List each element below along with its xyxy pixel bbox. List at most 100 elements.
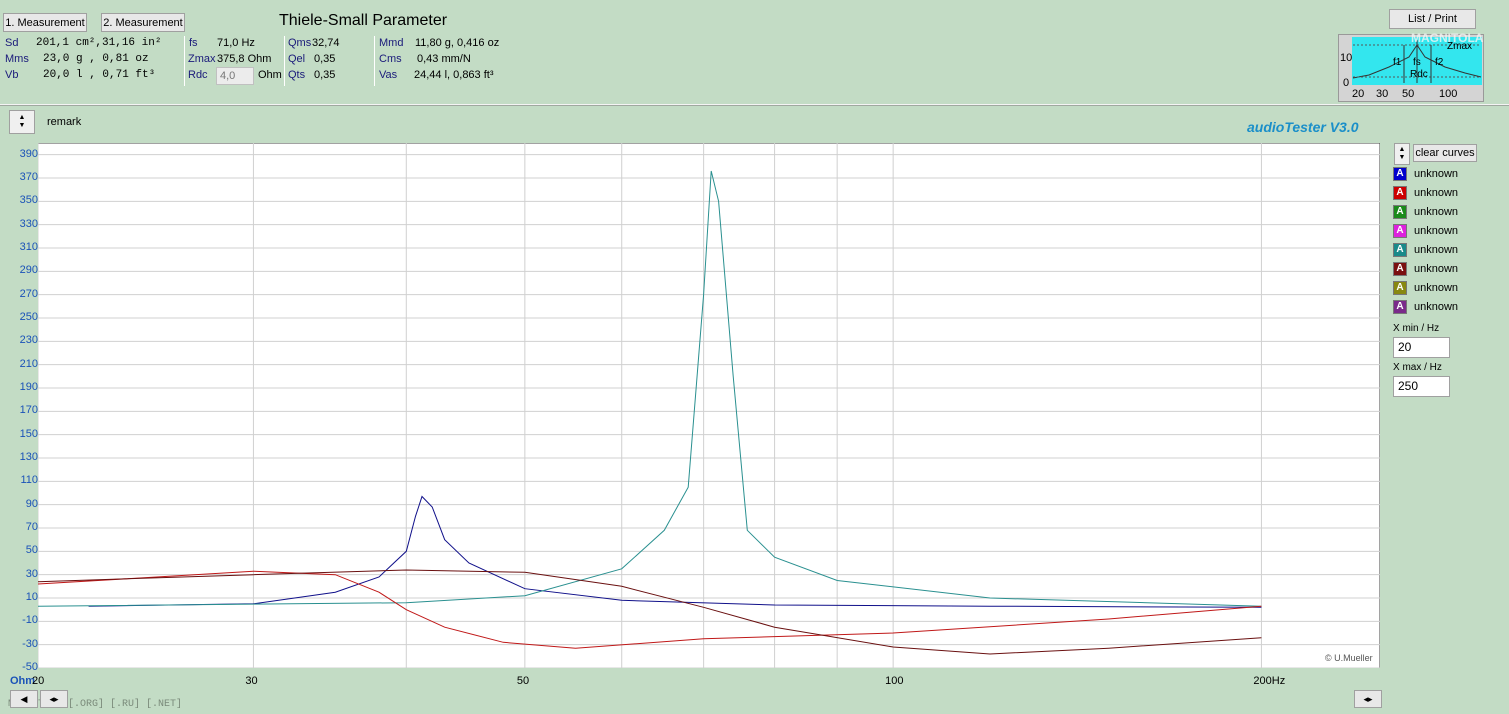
preview-fs: fs [1413, 57, 1421, 68]
qel-value: 0,35 [314, 53, 336, 65]
rdc-unit: Ohm [258, 69, 282, 81]
legend-label: unknown [1414, 243, 1459, 256]
impedance-preview[interactable]: 10 0 Zmax f1 fs f2 Rdc 20 30 50 100 MAGN… [1338, 31, 1484, 102]
measurement-1-label: 1. Measurement [5, 16, 85, 29]
legend-item[interactable]: Aunknown [1393, 222, 1458, 239]
y-tick-label: 10 [25, 591, 38, 603]
preview-f1: f1 [1393, 57, 1402, 68]
fs-label: fs [189, 37, 198, 49]
mmd-label: Mmd [379, 37, 404, 49]
legend-label: unknown [1414, 262, 1459, 275]
y-tick-label: 110 [20, 474, 38, 487]
y-tick-label: 330 [19, 217, 38, 230]
legend-item[interactable]: Aunknown [1393, 260, 1458, 277]
x-axis-labels: 30 50 100 200Hz [0, 675, 1509, 691]
y-tick-label: 370 [19, 171, 38, 183]
header-divider [0, 104, 1509, 106]
measurement-1-button[interactable]: 1. Measurement [3, 13, 87, 32]
y-tick-label: 270 [19, 287, 38, 300]
remark-label: remark [47, 116, 82, 128]
clear-curves-label: clear curves [1415, 147, 1475, 159]
y-tick-label: 170 [19, 404, 38, 417]
preview-x100: 100 [1439, 88, 1458, 100]
arrow-left-icon: ◀ [20, 693, 28, 704]
legend-swatch[interactable]: A [1393, 299, 1407, 314]
legend-label: unknown [1414, 224, 1459, 237]
vb-value: 20,0 l , 0,71 ft³ [43, 69, 156, 81]
x-tick-label: 100 [885, 675, 904, 687]
legend-swatch[interactable]: A [1393, 242, 1407, 257]
xmax-label: X max / Hz [1393, 362, 1442, 373]
app-brand: audioTester V3.0 [1247, 119, 1359, 135]
mms-value: 23,0 g , 0,81 oz [43, 53, 149, 65]
legend-swatch[interactable]: A [1393, 223, 1407, 238]
arrow-left-right-icon: ◂▸ [49, 693, 59, 704]
remark-spinner[interactable]: ▲ ▼ [9, 110, 35, 134]
arrow-left-right-icon: ◂▸ [1363, 693, 1373, 704]
legend-item[interactable]: Aunknown [1393, 184, 1458, 201]
legend-label: unknown [1414, 205, 1459, 218]
spin-down-icon: ▼ [18, 122, 26, 129]
mms-label: Mms [5, 53, 29, 65]
spin-up-icon: ▲ [1398, 146, 1406, 153]
y-tick-label: 230 [19, 334, 38, 347]
legend-label: unknown [1414, 167, 1459, 180]
y-tick-label: 30 [25, 567, 38, 580]
scroll-right-button[interactable]: ◂▸ [1354, 690, 1382, 708]
cms-label: Cms [379, 53, 402, 65]
y-tick-label: 390 [19, 147, 38, 160]
x-tick-label: 50 [516, 675, 530, 687]
legend-item[interactable]: Aunknown [1393, 279, 1458, 296]
rdc-label: Rdc [188, 69, 208, 81]
xmin-label: X min / Hz [1393, 323, 1440, 334]
y-axis-labels: 390 370 350 330 310 290 270 250 230 210 190 170 150 1… [0, 140, 38, 680]
y-tick-label: 130 [19, 451, 38, 463]
vas-value: 24,44 l, 0,863 ft³ [414, 69, 494, 81]
clear-curves-button[interactable]: clear curves [1413, 144, 1477, 162]
y-tick-label: 290 [19, 264, 38, 277]
legend-swatch[interactable]: A [1393, 185, 1407, 200]
preview-x30: 30 [1376, 88, 1389, 100]
rdc-input[interactable]: 4,0 [216, 67, 254, 85]
page-title: Thiele-Small Parameter [279, 12, 448, 29]
preview-y0: 0 [1343, 77, 1350, 89]
legend-item[interactable]: Aunknown [1393, 241, 1458, 258]
legend-swatch[interactable]: A [1393, 204, 1407, 219]
qel-label: Qel [288, 53, 306, 65]
y-tick-label: -30 [22, 637, 38, 650]
y-tick-label: 350 [19, 194, 38, 207]
copyright: © U.Mueller [1325, 653, 1373, 663]
sd-label: Sd [5, 37, 19, 49]
legend-spinner[interactable]: ▲ ▼ [1394, 143, 1410, 165]
xmin-input[interactable]: 20 [1393, 337, 1450, 358]
xmax-input[interactable]: 250 [1393, 376, 1450, 397]
legend-swatch[interactable]: A [1393, 166, 1407, 181]
spin-up-icon: ▲ [18, 114, 26, 121]
preview-x50: 50 [1402, 88, 1415, 100]
y-tick-label: 90 [25, 497, 38, 510]
legend-swatch[interactable]: A [1393, 261, 1407, 276]
list-print-button[interactable]: List / Print [1389, 9, 1476, 29]
qts-label: Qts [288, 69, 306, 81]
y-tick-label: 310 [19, 241, 38, 253]
preview-x20: 20 [1352, 88, 1365, 100]
legend-swatch[interactable]: A [1393, 280, 1407, 295]
cms-value: 0,43 mm/N [417, 53, 471, 65]
y-tick-label: 250 [19, 311, 38, 323]
legend-item[interactable]: Aunknown [1393, 165, 1458, 182]
scroll-left-button[interactable]: ◀ [10, 690, 38, 708]
separator [284, 36, 285, 86]
vas-label: Vas [379, 69, 398, 81]
qms-value: 32,74 [312, 37, 340, 49]
legend-label: unknown [1414, 281, 1459, 294]
scroll-nav-button[interactable]: ◂▸ [40, 690, 68, 708]
legend-item[interactable]: Aunknown [1393, 298, 1458, 315]
legend-item[interactable]: Aunknown [1393, 203, 1458, 220]
qms-label: Qms [288, 37, 312, 49]
measurement-2-button[interactable]: 2. Measurement [101, 13, 185, 32]
qts-value: 0,35 [314, 69, 336, 81]
preview-watermark: MAGNITOLA [1411, 31, 1484, 45]
y-tick-label: -50 [22, 661, 38, 673]
y-tick-label: 150 [19, 427, 38, 440]
separator [374, 36, 375, 86]
